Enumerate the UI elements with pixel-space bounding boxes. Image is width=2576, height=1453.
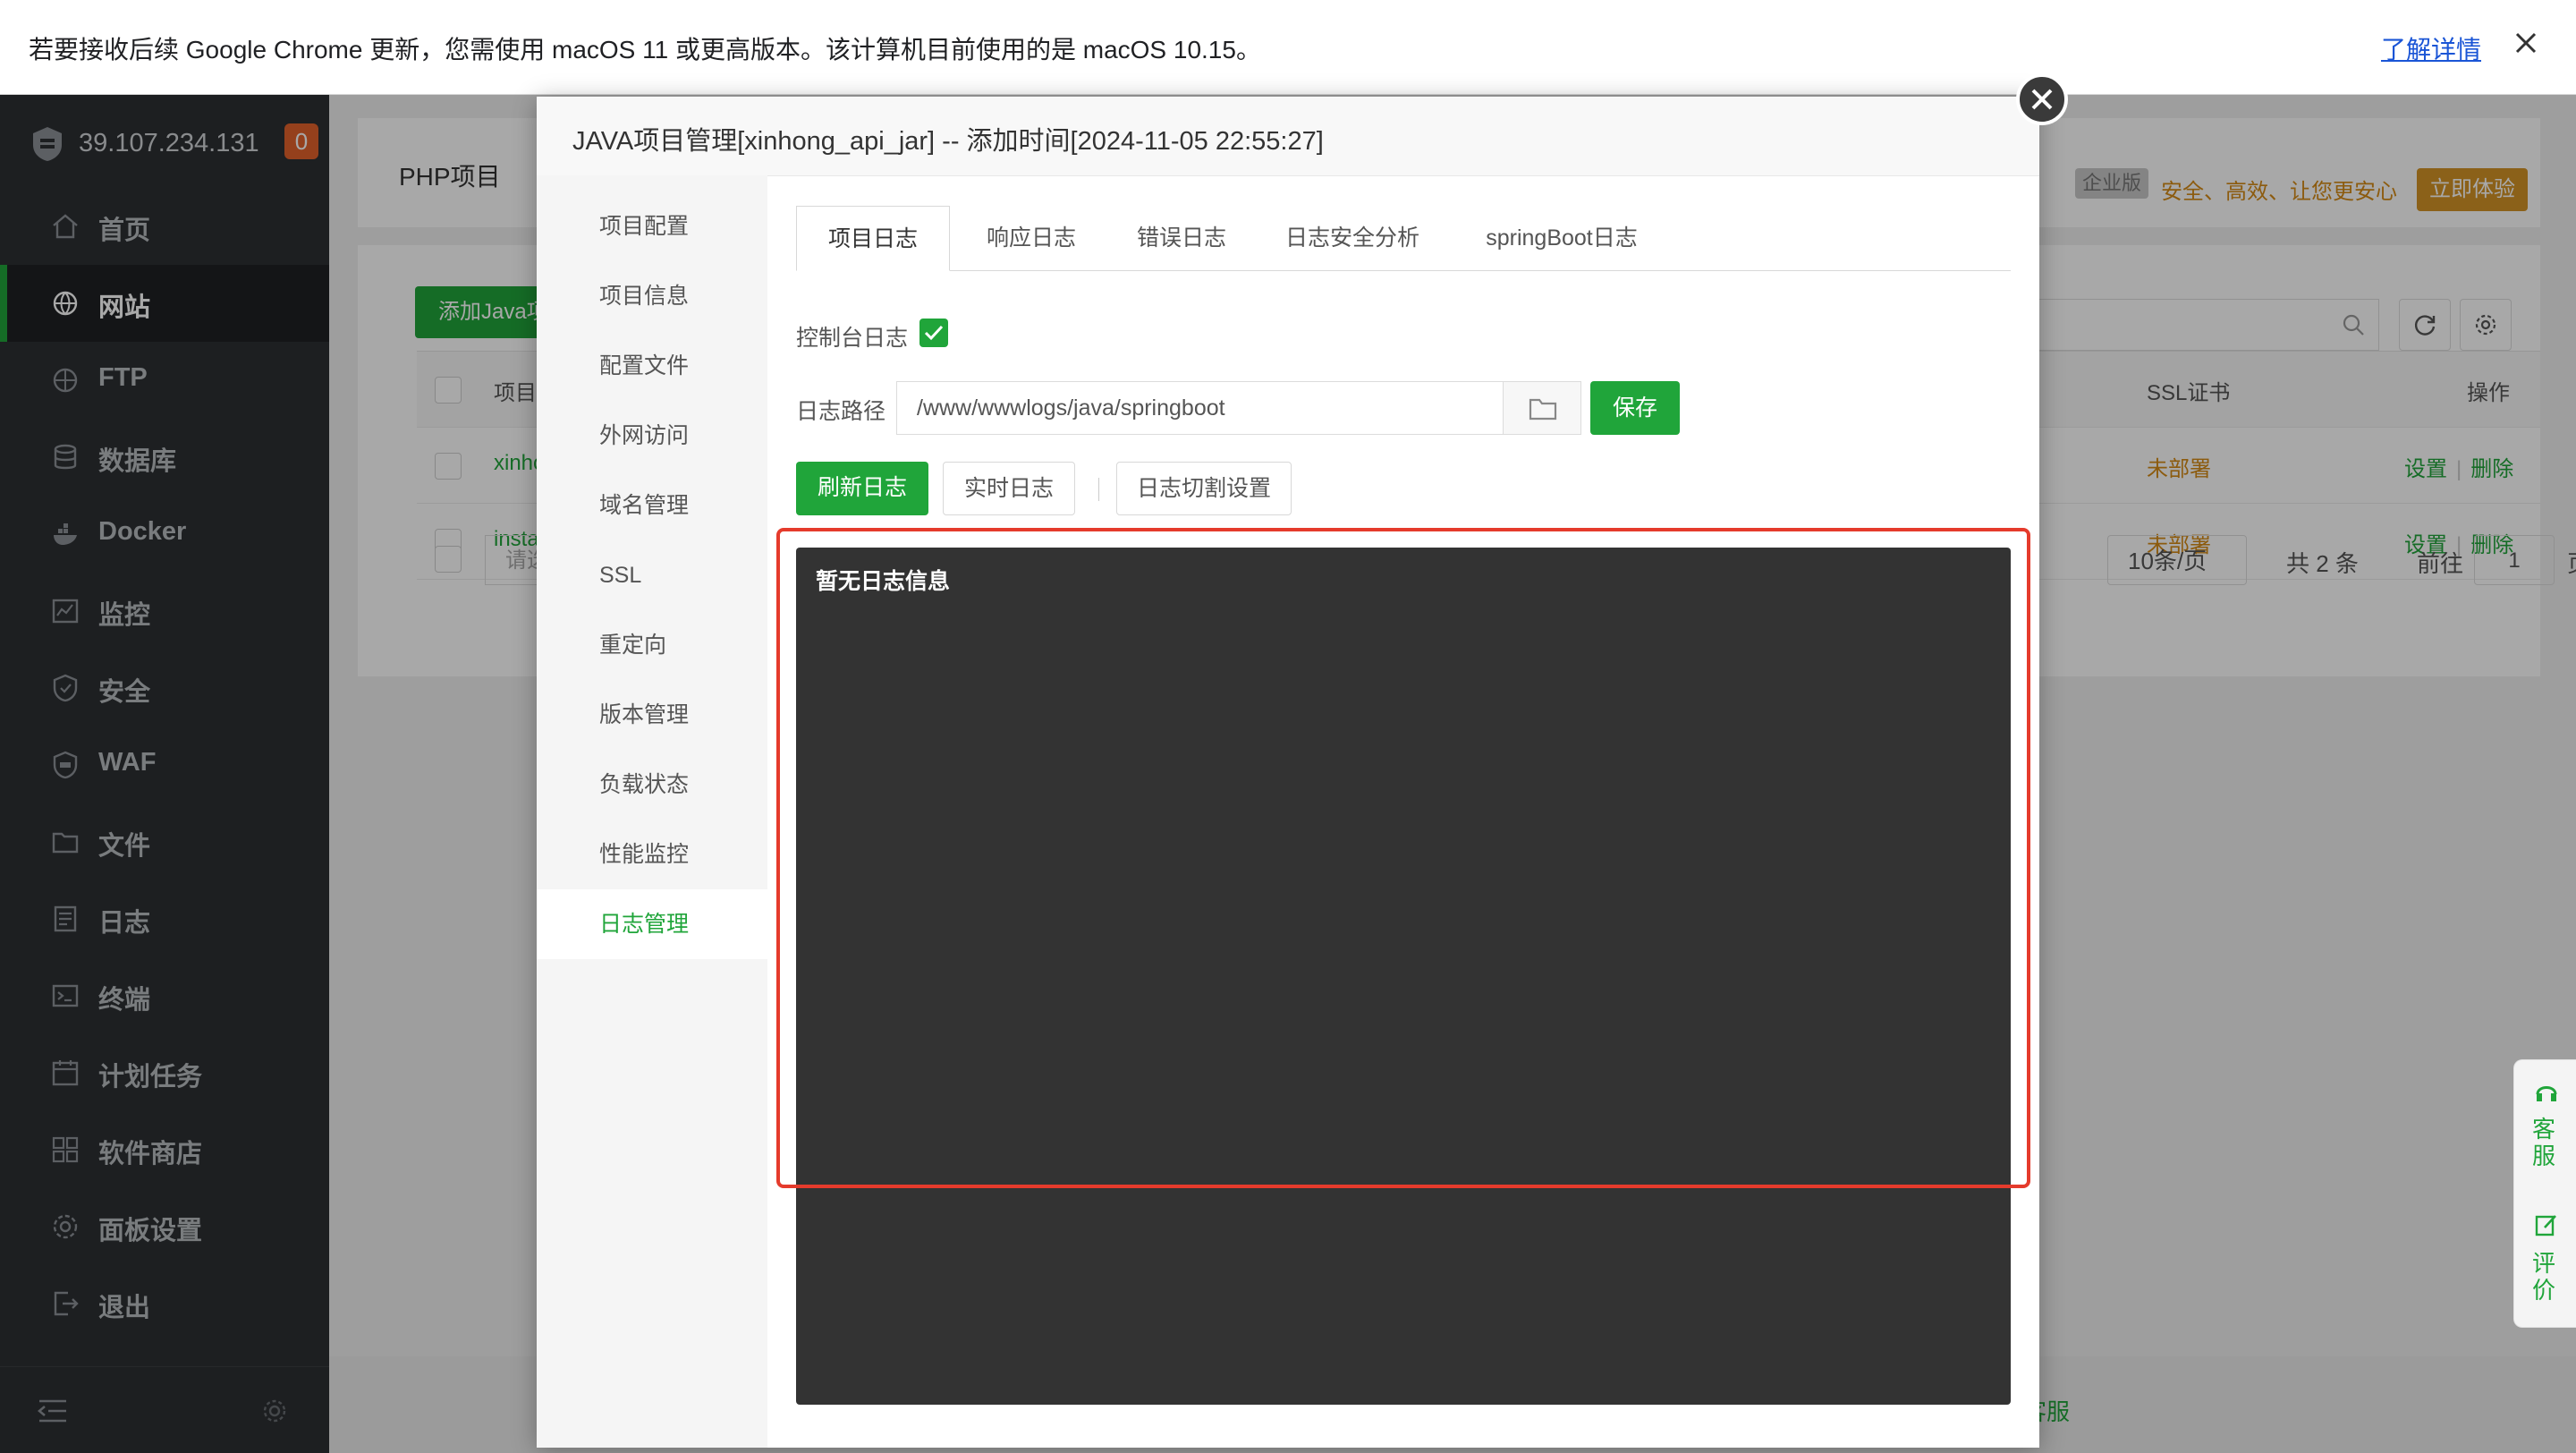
browse-folder-button[interactable] (1503, 381, 1581, 435)
java-project-modal: JAVA项目管理[xinhong_api_jar] -- 添加时间[2024-1… (537, 73, 2068, 1448)
floating-service-widget[interactable]: 客服 评价 (2513, 1059, 2576, 1328)
log-console[interactable]: 暂无日志信息 (796, 548, 2011, 1405)
realtime-log-button[interactable]: 实时日志 (943, 462, 1075, 515)
empty-log-message: 暂无日志信息 (816, 569, 951, 594)
button-separator (1098, 478, 1099, 501)
tab-error-log[interactable]: 错误日志 (1113, 206, 1250, 270)
chrome-update-infobar: 若要接收后续 Google Chrome 更新，您需使用 macOS 11 或更… (0, 0, 2576, 95)
log-tabs: 项目日志 响应日志 错误日志 日志安全分析 springBoot日志 (796, 206, 2011, 271)
tab-response-log[interactable]: 响应日志 (962, 206, 1100, 270)
menu-load-status[interactable]: 负载状态 (537, 750, 767, 820)
menu-project-info[interactable]: 项目信息 (537, 261, 767, 331)
log-path-label: 日志路径 (796, 399, 886, 424)
menu-domain-management[interactable]: 域名管理 (537, 471, 767, 540)
menu-ssl[interactable]: SSL (537, 540, 767, 610)
tab-project-log[interactable]: 项目日志 (796, 206, 950, 271)
checkmark-icon (924, 325, 944, 341)
modal-header: JAVA项目管理[xinhong_api_jar] -- 添加时间[2024-1… (537, 97, 2039, 176)
close-icon[interactable] (2508, 25, 2544, 61)
tab-log-security-analysis[interactable]: 日志安全分析 (1263, 206, 1442, 270)
headset-icon (2536, 1086, 2557, 1101)
modal-side-menu: 项目配置 项目信息 配置文件 外网访问 域名管理 SSL 重定向 版本管理 负载… (537, 175, 767, 1448)
menu-project-config[interactable]: 项目配置 (537, 191, 767, 261)
learn-more-link[interactable]: 了解详情 (2381, 30, 2481, 66)
menu-performance-monitor[interactable]: 性能监控 (537, 820, 767, 889)
edit-icon (2535, 1215, 2556, 1236)
modal-title: JAVA项目管理[xinhong_api_jar] -- 添加时间[2024-1… (572, 127, 1324, 156)
log-path-input[interactable]: /www/wwwlogs/java/springboot (896, 381, 1504, 435)
refresh-log-button[interactable]: 刷新日志 (796, 462, 928, 515)
folder-icon (1529, 398, 1557, 421)
menu-config-file[interactable]: 配置文件 (537, 331, 767, 401)
console-log-checkbox[interactable] (919, 319, 948, 347)
menu-log-management[interactable]: 日志管理 (537, 889, 767, 959)
service-label[interactable]: 客服 (2532, 1116, 2559, 1169)
save-button[interactable]: 保存 (1590, 381, 1680, 435)
tab-springboot-log[interactable]: springBoot日志 (1454, 206, 1669, 270)
modal-body: 项目日志 响应日志 错误日志 日志安全分析 springBoot日志 控制台日志… (767, 175, 2039, 1448)
menu-version-management[interactable]: 版本管理 (537, 680, 767, 750)
console-log-label: 控制台日志 (796, 326, 909, 351)
menu-external-access[interactable]: 外网访问 (537, 401, 767, 471)
infobar-message: 若要接收后续 Google Chrome 更新，您需使用 macOS 11 或更… (29, 36, 1261, 64)
menu-redirect[interactable]: 重定向 (537, 610, 767, 680)
log-rotate-settings-button[interactable]: 日志切割设置 (1116, 462, 1292, 515)
modal-close-icon[interactable] (2016, 73, 2068, 125)
review-label[interactable]: 评价 (2532, 1250, 2559, 1304)
